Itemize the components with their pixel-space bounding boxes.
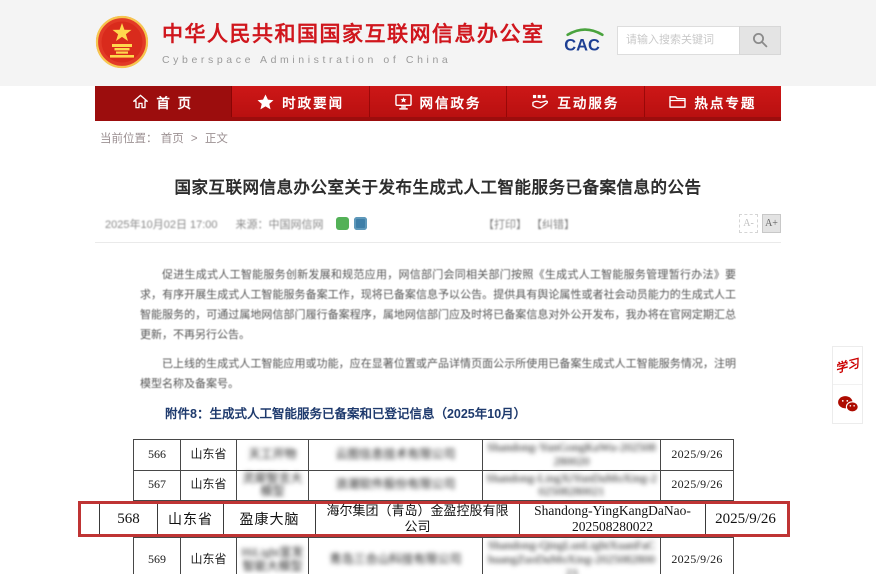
- cell-company-redacted: 浪潮软件股份有限公司: [309, 470, 483, 501]
- search-button[interactable]: [739, 26, 781, 55]
- xuexi-icon: 学习: [834, 354, 861, 376]
- search-input[interactable]: [617, 26, 739, 55]
- publish-date: 2025年10月02日 17:00: [105, 216, 218, 232]
- font-increase-button[interactable]: A+: [762, 214, 781, 233]
- search-icon: [752, 32, 768, 48]
- breadcrumb: 当前位置： 首页 > 正文: [100, 121, 876, 153]
- cell-province: 山东省: [181, 440, 237, 471]
- nav-item-egov[interactable]: 网信政务: [370, 86, 507, 117]
- site-title: 中华人民共和国国家互联网信息办公室: [162, 18, 545, 48]
- cell-province: 山东省: [181, 538, 237, 574]
- table-row: 567 山东省 灵犀智言大模型 浪潮软件股份有限公司 Shandong-Ling…: [134, 470, 734, 501]
- attachment-link[interactable]: 附件8：生成式人工智能服务已备案和已登记信息（2025年10月）: [95, 403, 781, 422]
- cell-date: 2025/9/26: [661, 470, 734, 501]
- cell-model: 盈康大脑: [223, 504, 315, 534]
- cell-date: 2025/9/26: [661, 440, 734, 471]
- source-name: 中国网信网: [269, 219, 324, 231]
- nav-item-label: 网信政务: [420, 92, 482, 112]
- cell-province: 山东省: [157, 504, 223, 534]
- cell-no: 566: [134, 440, 181, 471]
- cell-code-redacted: Shandong-QingLunLightXuanFaChuangZuoDaMo…: [483, 538, 661, 574]
- nav-item-label: 热点专题: [694, 92, 756, 112]
- registration-table: 566 山东省 天工开物 云图信息技术有限公司 Shandong-YunGong…: [133, 439, 733, 574]
- share-wechat-icon[interactable]: [336, 217, 349, 230]
- home-icon: [133, 94, 148, 109]
- print-button[interactable]: 【打印】: [483, 216, 527, 232]
- cell-model-redacted: 灵犀智言大模型: [237, 470, 309, 501]
- breadcrumb-separator: >: [191, 133, 198, 145]
- svg-text:CAC: CAC: [564, 36, 600, 54]
- cell-date: 2025/9/26: [705, 504, 785, 534]
- breadcrumb-home-link[interactable]: 首页: [161, 133, 184, 145]
- share-wechat-button[interactable]: [833, 385, 862, 423]
- table-row: 569 山东省 HiLight宣发智能大模型 青岛三合山科技有限公司 Shand…: [134, 538, 734, 574]
- site-subtitle-en: Cyberspace Administration of China: [162, 54, 545, 66]
- cell-date: 2025/9/26: [661, 538, 734, 574]
- nav-item-interactive[interactable]: 互动服务: [507, 86, 644, 117]
- cell-code-redacted: Shandong-YunGongKaWu-202508280020: [483, 440, 661, 471]
- search-area: CAC: [559, 25, 781, 55]
- share-weibo-icon[interactable]: [354, 217, 367, 230]
- table-row: 566 山东省 天工开物 云图信息技术有限公司 Shandong-YunGong…: [134, 440, 734, 471]
- cell-registration-code: Shandong-YingKangDaNao- 202508280022: [519, 504, 705, 534]
- cell-no: 567: [134, 470, 181, 501]
- cell-no: 568: [99, 504, 157, 534]
- wechat-icon: [837, 395, 859, 413]
- nav-item-label: 互动服务: [557, 92, 619, 112]
- cell-company-redacted: 云图信息技术有限公司: [309, 440, 483, 471]
- cell-company-redacted: 青岛三合山科技有限公司: [309, 538, 483, 574]
- monitor-icon: [395, 94, 412, 110]
- interaction-icon: [531, 94, 549, 110]
- main-nav: 首 页 时政要闻 网信政务 互动服务 热点专题: [95, 86, 781, 117]
- breadcrumb-prefix: 当前位置：: [100, 133, 158, 145]
- nav-item-label: 时政要闻: [282, 92, 344, 112]
- cell-model-redacted: HiLight宣发智能大模型: [237, 538, 309, 574]
- breadcrumb-current: 正文: [205, 133, 228, 145]
- meta-divider: [95, 242, 781, 243]
- highlight-spacer-cell: [81, 504, 99, 534]
- article-paragraph: 促进生成式人工智能服务创新发展和规范应用，网信部门会同相关部门按照《生成式人工智…: [140, 265, 736, 345]
- article-paragraph: 已上线的生成式人工智能应用或功能，应在显著位置或产品详情页面公示所使用已备案生成…: [140, 354, 736, 394]
- national-emblem-logo: [95, 15, 149, 69]
- cac-logo: CAC: [559, 25, 611, 55]
- nav-item-label: 首 页: [156, 92, 193, 112]
- share-xuexi-button[interactable]: 学习: [833, 347, 862, 385]
- nav-item-home[interactable]: 首 页: [95, 86, 232, 117]
- cell-model-redacted: 天工开物: [237, 440, 309, 471]
- table-row-highlighted: 568 山东省 盈康大脑 海尔集团（青岛）金盈控股有限公司 Shandong-Y…: [78, 501, 790, 537]
- star-icon: [257, 94, 274, 110]
- article-title: 国家互联网信息办公室关于发布生成式人工智能服务已备案信息的公告: [95, 174, 781, 198]
- font-decrease-button[interactable]: A-: [739, 214, 758, 233]
- nav-item-topics[interactable]: 热点专题: [645, 86, 781, 117]
- error-report-button[interactable]: 【纠错】: [531, 216, 575, 232]
- folder-icon: [669, 94, 686, 109]
- header-band: 中华人民共和国国家互联网信息办公室 Cyberspace Administrat…: [0, 0, 876, 86]
- cell-code-redacted: Shandong-LingXiYunDaMoXing-202508280021: [483, 470, 661, 501]
- cell-province: 山东省: [181, 470, 237, 501]
- share-sidebar: 学习: [832, 346, 863, 424]
- source-label: 来源：中国网信网: [236, 216, 324, 232]
- nav-item-news[interactable]: 时政要闻: [232, 86, 369, 117]
- cell-company: 海尔集团（青岛）金盈控股有限公司: [315, 504, 519, 534]
- article-meta: 2025年10月02日 17:00 来源：中国网信网 【打印】 【纠错】 A- …: [95, 214, 781, 233]
- cell-no: 569: [134, 538, 181, 574]
